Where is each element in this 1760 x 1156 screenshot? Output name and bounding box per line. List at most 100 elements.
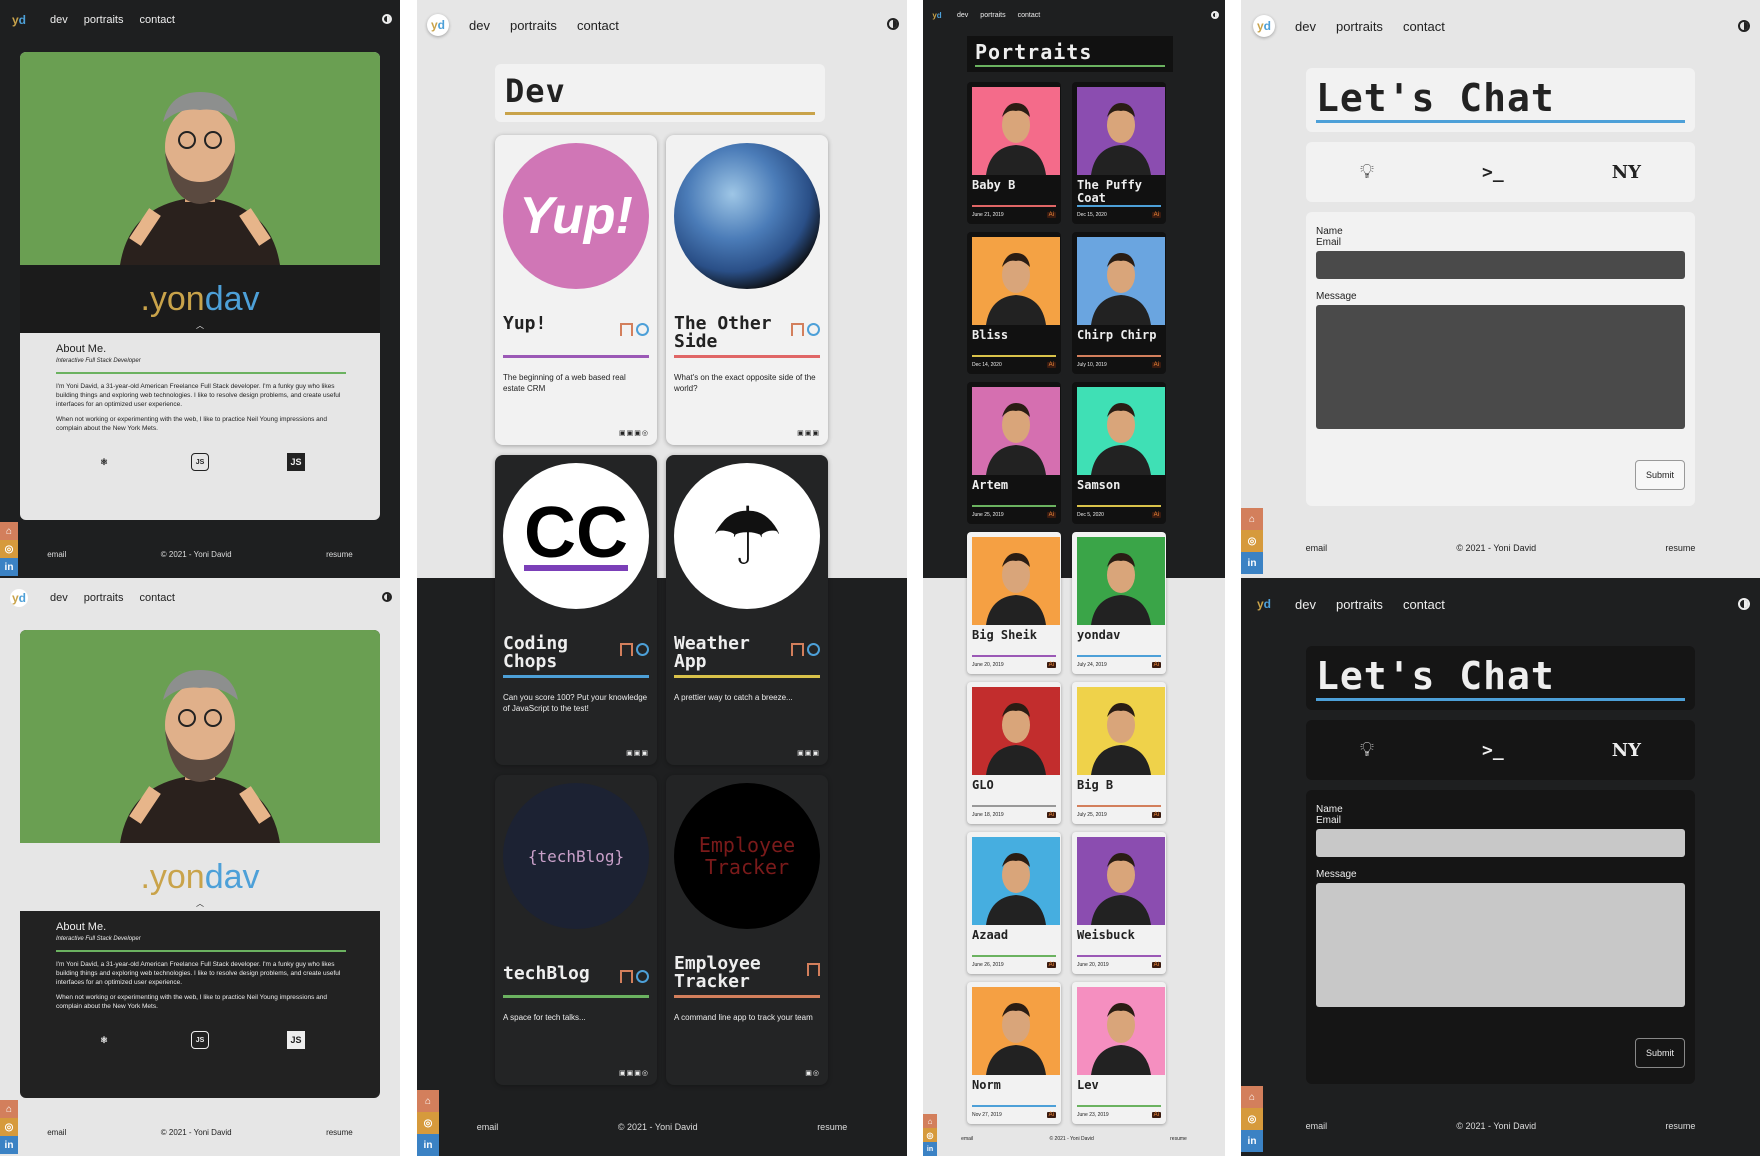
site-logo[interactable]: yd xyxy=(1253,593,1275,615)
linkedin-icon[interactable]: in xyxy=(417,1134,439,1156)
github-icon[interactable] xyxy=(791,323,804,336)
project-card-employee-tracker[interactable]: Employee Tracker Employee Tracker A comm… xyxy=(666,775,828,1085)
github-icon[interactable]: ⌂ xyxy=(0,1100,18,1118)
portrait-card[interactable]: Samson Dec 5, 2020 Ai xyxy=(1072,382,1166,524)
portrait-card[interactable]: yondav July 24, 2019 Ai xyxy=(1072,532,1166,674)
theme-toggle[interactable] xyxy=(382,592,392,602)
nav-dev-link[interactable]: dev xyxy=(50,14,68,26)
nav-dev-link[interactable]: dev xyxy=(957,12,968,19)
nav-contact-link[interactable]: contact xyxy=(1403,597,1445,612)
project-card-other-side[interactable]: The Other Side What's on the exact oppos… xyxy=(666,135,828,445)
theme-toggle[interactable] xyxy=(1738,598,1750,610)
github-icon[interactable] xyxy=(807,963,820,976)
mets-icon[interactable]: NY xyxy=(1612,162,1641,183)
globe-icon[interactable] xyxy=(636,643,649,656)
globe-icon[interactable] xyxy=(636,970,649,983)
footer-resume-link[interactable]: resume xyxy=(326,1128,353,1137)
globe-icon[interactable] xyxy=(807,323,820,336)
nav-portraits-link[interactable]: portraits xyxy=(980,12,1005,19)
message-textarea[interactable] xyxy=(1316,305,1685,429)
site-logo[interactable]: yd xyxy=(1253,15,1275,37)
chevron-down-icon[interactable]: ︿ xyxy=(196,898,204,909)
footer-resume-link[interactable]: resume xyxy=(326,550,353,559)
portrait-card[interactable]: Chirp Chirp July 10, 2019 Ai xyxy=(1072,232,1166,374)
footer-resume-link[interactable]: resume xyxy=(1170,1136,1187,1142)
terminal-icon[interactable]: >_ xyxy=(1482,162,1504,183)
footer-email-link[interactable]: email xyxy=(47,1128,66,1137)
site-logo[interactable]: yd xyxy=(931,9,943,21)
theme-toggle[interactable] xyxy=(887,18,899,30)
message-textarea[interactable] xyxy=(1316,883,1685,1007)
nav-contact-link[interactable]: contact xyxy=(140,592,175,604)
nav-dev-link[interactable]: dev xyxy=(1295,19,1316,34)
nav-contact-link[interactable]: contact xyxy=(1403,19,1445,34)
github-icon[interactable]: ⌂ xyxy=(417,1090,439,1112)
project-card-weather-app[interactable]: ☂ Weather App A prettier way to catch a … xyxy=(666,455,828,765)
footer-email-link[interactable]: email xyxy=(477,1122,499,1132)
nav-dev-link[interactable]: dev xyxy=(50,592,68,604)
portrait-card[interactable]: Artem June 25, 2019 Ai xyxy=(967,382,1061,524)
footer-email-link[interactable]: email xyxy=(1306,543,1328,553)
linkedin-icon[interactable]: in xyxy=(1241,1130,1263,1152)
project-card-techblog[interactable]: {techBlog} techBlog A space for tech tal… xyxy=(495,775,657,1085)
nav-portraits-link[interactable]: portraits xyxy=(84,592,124,604)
globe-icon[interactable] xyxy=(636,323,649,336)
nav-dev-link[interactable]: dev xyxy=(1295,597,1316,612)
email-field[interactable] xyxy=(1316,251,1685,279)
github-icon[interactable]: ⌂ xyxy=(0,522,18,540)
footer-resume-link[interactable]: resume xyxy=(817,1122,847,1132)
linkedin-icon[interactable]: in xyxy=(923,1142,937,1156)
portrait-card[interactable]: The Puffy Coat Dec 15, 2020 Ai xyxy=(1072,82,1166,224)
portrait-card[interactable]: Bliss Dec 14, 2020 Ai xyxy=(967,232,1061,374)
nav-portraits-link[interactable]: portraits xyxy=(1336,19,1383,34)
about-subtitle: Interactive Full Stack Developer xyxy=(56,358,141,364)
linkedin-icon[interactable]: in xyxy=(0,1136,18,1154)
site-logo[interactable]: yd xyxy=(427,14,449,36)
portrait-card[interactable]: GLO June 18, 2019 Ai xyxy=(967,682,1061,824)
portrait-card[interactable]: Baby B June 21, 2019 Ai xyxy=(967,82,1061,224)
github-icon[interactable] xyxy=(791,643,804,656)
theme-toggle[interactable] xyxy=(1211,11,1219,19)
lightbulb-icon[interactable]: 💡︎ xyxy=(1360,739,1374,762)
portrait-card[interactable]: Lev June 23, 2019 Ai xyxy=(1072,982,1166,1124)
footer-email-link[interactable]: email xyxy=(1306,1121,1328,1131)
linkedin-icon[interactable]: in xyxy=(0,558,18,576)
footer-resume-link[interactable]: resume xyxy=(1665,543,1695,553)
portrait-card[interactable]: Big B July 25, 2019 Ai xyxy=(1072,682,1166,824)
linkedin-icon[interactable]: in xyxy=(1241,552,1263,574)
project-card-yup[interactable]: Yup! Yup! The beginning of a web based r… xyxy=(495,135,657,445)
portrait-card[interactable]: Weisbuck June 20, 2019 Ai xyxy=(1072,832,1166,974)
submit-button[interactable]: Submit xyxy=(1635,1038,1685,1068)
github-icon[interactable]: ⌂ xyxy=(923,1114,937,1128)
github-icon[interactable]: ⌂ xyxy=(1241,508,1263,530)
github-icon[interactable]: ⌂ xyxy=(1241,1086,1263,1108)
nav-dev-link[interactable]: dev xyxy=(469,18,490,33)
submit-button[interactable]: Submit xyxy=(1635,460,1685,490)
mets-icon[interactable]: NY xyxy=(1612,740,1641,761)
project-card-coding-chops[interactable]: CC Coding Chops Can you score 100? Put y… xyxy=(495,455,657,765)
theme-toggle[interactable] xyxy=(382,14,392,24)
nav-contact-link[interactable]: contact xyxy=(577,18,619,33)
email-field[interactable] xyxy=(1316,829,1685,857)
footer-email-link[interactable]: email xyxy=(961,1136,973,1142)
terminal-icon[interactable]: >_ xyxy=(1482,740,1504,761)
theme-toggle[interactable] xyxy=(1738,20,1750,32)
github-icon[interactable] xyxy=(620,970,633,983)
nav-contact-link[interactable]: contact xyxy=(140,14,175,26)
footer-resume-link[interactable]: resume xyxy=(1665,1121,1695,1131)
nav-portraits-link[interactable]: portraits xyxy=(84,14,124,26)
site-logo[interactable]: yd xyxy=(10,589,28,607)
portrait-card[interactable]: Norm Nov 27, 2019 Ai xyxy=(967,982,1061,1124)
portrait-card[interactable]: Azaad June 26, 2019 Ai xyxy=(967,832,1061,974)
nav-portraits-link[interactable]: portraits xyxy=(1336,597,1383,612)
footer-email-link[interactable]: email xyxy=(47,550,66,559)
portrait-card[interactable]: Big Sheik June 20, 2019 Ai xyxy=(967,532,1061,674)
globe-icon[interactable] xyxy=(807,643,820,656)
chevron-down-icon[interactable]: ︿ xyxy=(196,320,204,331)
github-icon[interactable] xyxy=(620,323,633,336)
nav-contact-link[interactable]: contact xyxy=(1018,12,1041,19)
lightbulb-icon[interactable]: 💡︎ xyxy=(1360,161,1374,184)
nav-portraits-link[interactable]: portraits xyxy=(510,18,557,33)
github-icon[interactable] xyxy=(620,643,633,656)
site-logo[interactable]: yd xyxy=(10,11,28,29)
